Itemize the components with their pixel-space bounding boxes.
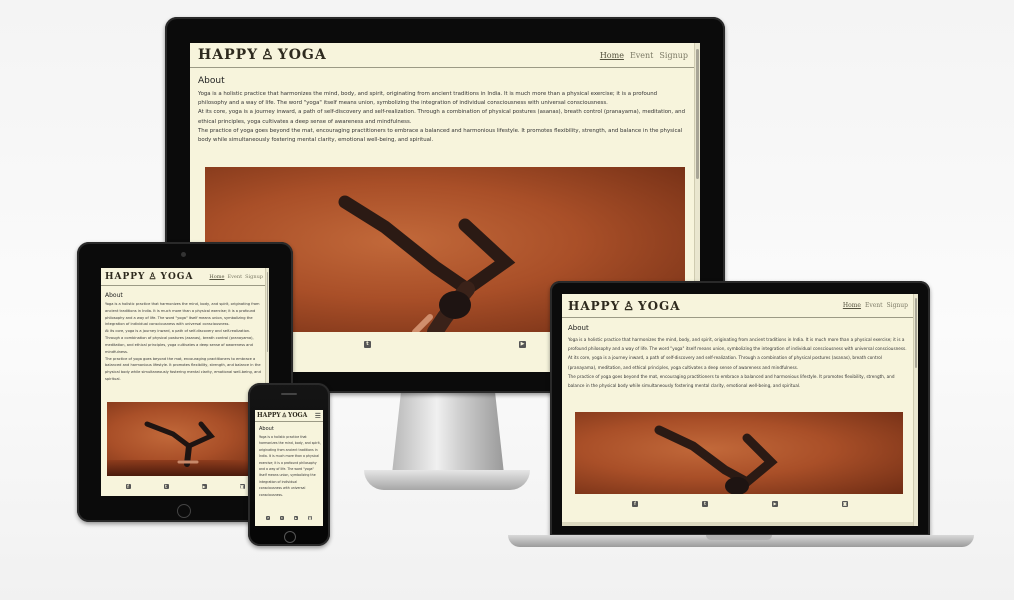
phone-footer-social-bar: f t ▶ ◙: [255, 514, 323, 522]
nav-home-link[interactable]: Home: [600, 51, 624, 60]
facebook-icon[interactable]: f: [632, 501, 638, 507]
tablet-brand-word-yoga: YOGA: [160, 271, 194, 282]
twitter-icon[interactable]: t: [280, 516, 284, 520]
tablet-about-paragraph-2: At its core, yoga is a journey inward, a…: [105, 329, 254, 354]
tablet-camera: [181, 252, 186, 257]
laptop-about-paragraph-2: At its core, yoga is a journey inward, a…: [568, 355, 882, 370]
tablet-about-section: About Yoga is a holistic practice that h…: [101, 286, 269, 392]
phone-brand-logo[interactable]: HAPPY♙YOGA: [257, 412, 307, 419]
tablet-about-paragraph-1: Yoga is a holistic practice that harmoni…: [105, 302, 260, 327]
youtube-icon[interactable]: ▶: [519, 340, 526, 348]
laptop-about-paragraph-1: Yoga is a holistic practice that harmoni…: [568, 337, 907, 352]
instagram-icon[interactable]: ◙: [842, 501, 848, 507]
tablet-home-button[interactable]: [177, 504, 191, 518]
facebook-icon[interactable]: f: [266, 516, 270, 520]
laptop-nav-signup-link[interactable]: Signup: [887, 302, 908, 309]
laptop-nav-home-link[interactable]: Home: [843, 302, 861, 309]
tablet-site-header: HAPPY ♙ YOGA Home Event Signup: [101, 268, 269, 286]
twitter-icon[interactable]: t: [163, 483, 169, 489]
monitor-scrollbar-thumb[interactable]: [696, 49, 699, 179]
phone-brand-word-happy: HAPPY: [257, 412, 281, 419]
tablet-nav-signup-link[interactable]: Signup: [245, 274, 263, 280]
site-header: HAPPY ♙ YOGA Home Event Signup: [190, 43, 700, 68]
tablet-yoga-photo: [107, 402, 263, 476]
twitter-icon[interactable]: t: [364, 340, 371, 348]
laptop-trackpad-notch: [706, 535, 772, 540]
about-paragraph-2: At its core, yoga is a journey inward, a…: [198, 109, 685, 125]
phone-brand-word-yoga: YOGA: [288, 412, 308, 419]
hamburger-menu-icon[interactable]: ☰: [315, 412, 321, 420]
tablet-about-paragraph-3: The practice of yoga goes beyond the mat…: [105, 356, 261, 382]
tablet-screen: HAPPY ♙ YOGA Home Event Signup About Yoga …: [101, 268, 269, 496]
youtube-icon[interactable]: ▶: [294, 516, 298, 520]
youtube-icon[interactable]: ▶: [772, 501, 778, 507]
brand-word-happy: HAPPY: [198, 47, 259, 63]
phone: HAPPY♙YOGA ☰ About Yoga is a holistic pr…: [248, 383, 330, 546]
monitor-base: [364, 470, 530, 490]
laptop-about-paragraph-3: The practice of yoga goes beyond the mat…: [568, 373, 895, 389]
nav-signup-link[interactable]: Signup: [659, 51, 688, 60]
laptop-nav-event-link[interactable]: Event: [865, 302, 883, 309]
phone-home-button[interactable]: [284, 531, 296, 543]
phone-site-header: HAPPY♙YOGA ☰: [255, 410, 323, 422]
tablet-nav-event-link[interactable]: Event: [227, 274, 242, 280]
youtube-icon[interactable]: ▶: [201, 483, 207, 489]
tablet-brand-word-happy: HAPPY: [105, 271, 146, 282]
instagram-icon[interactable]: ◙: [239, 483, 245, 489]
yoga-figure-icon: ♙: [261, 47, 275, 63]
laptop-yoga-photo: [575, 412, 903, 494]
monitor-stand: [392, 392, 504, 474]
laptop-lid: HAPPY ♙ YOGA Home Event Signup About Yoga …: [550, 281, 930, 536]
brand-logo[interactable]: HAPPY ♙ YOGA: [198, 47, 327, 63]
yoga-figure-icon: ♙: [148, 271, 158, 282]
phone-about-paragraph-1: Yoga is a holistic practice that harmoni…: [259, 435, 321, 497]
tablet-brand-logo[interactable]: HAPPY ♙ YOGA: [105, 272, 193, 282]
phone-speaker: [281, 393, 297, 395]
laptop-scrollbar-thumb[interactable]: [915, 298, 917, 368]
laptop-about-title: About: [568, 324, 589, 332]
laptop-footer-social-bar: f t ▶ ◙: [562, 498, 918, 510]
phone-screen: HAPPY♙YOGA ☰ About Yoga is a holistic pr…: [255, 410, 323, 526]
laptop-scrollbar[interactable]: [913, 294, 918, 526]
laptop-brand-logo[interactable]: HAPPY ♙ YOGA: [568, 299, 681, 313]
laptop-brand-word-yoga: YOGA: [638, 298, 681, 313]
laptop-nav: Home Event Signup: [843, 302, 908, 309]
facebook-icon[interactable]: f: [125, 483, 131, 489]
laptop-yoga-pose-figure: [654, 425, 778, 494]
laptop-screen: HAPPY ♙ YOGA Home Event Signup About Yoga …: [562, 294, 918, 526]
tablet-yoga-pose-figure: [144, 421, 216, 467]
yoga-figure-icon: ♙: [281, 412, 288, 419]
brand-word-yoga: YOGA: [277, 47, 327, 63]
about-title: About: [198, 76, 225, 86]
laptop-site-header: HAPPY ♙ YOGA Home Event Signup: [562, 294, 918, 318]
yoga-figure-icon: ♙: [623, 298, 636, 313]
about-section: About Yoga is a holistic practice that h…: [190, 68, 696, 145]
tablet-scrollbar-thumb[interactable]: [267, 272, 268, 352]
nav-event-link[interactable]: Event: [630, 51, 653, 60]
laptop-horizontal-scrollbar[interactable]: [562, 522, 913, 526]
tablet-about-title: About: [105, 292, 123, 299]
phone-about-section: About Yoga is a holistic practice that h…: [255, 422, 323, 502]
phone-about-title: About: [259, 426, 274, 432]
instagram-icon[interactable]: ◙: [308, 516, 312, 520]
laptop-about-section: About Yoga is a holistic practice that h…: [562, 318, 918, 390]
tablet-footer-social-bar: f t ▶ ◙: [101, 480, 269, 492]
about-paragraph-1: Yoga is a holistic practice that harmoni…: [198, 91, 658, 107]
tablet-nav-home-link[interactable]: Home: [209, 274, 224, 280]
main-nav: Home Event Signup: [600, 51, 688, 60]
laptop-brand-word-happy: HAPPY: [568, 298, 621, 313]
twitter-icon[interactable]: t: [702, 501, 708, 507]
about-paragraph-3: The practice of yoga goes beyond the mat…: [198, 127, 683, 143]
tablet-nav: Home Event Signup: [209, 274, 263, 280]
